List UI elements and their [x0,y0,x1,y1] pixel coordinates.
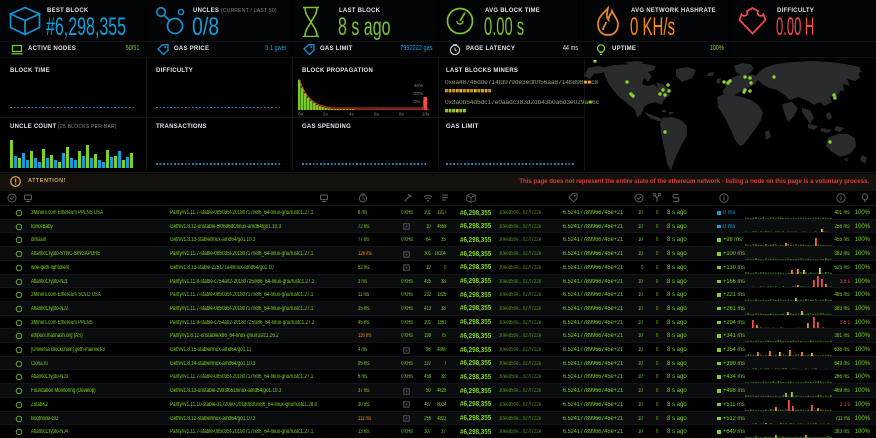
svg-text:0%: 0% [414,99,421,104]
svg-text:4s: 4s [349,112,355,117]
svg-text:40%: 40% [414,83,423,88]
svg-text:10s: 10s [422,112,430,117]
svg-text:20%: 20% [414,91,423,96]
svg-text:8s: 8s [399,112,405,117]
svg-text:6s: 6s [374,112,380,117]
svg-text:0s: 0s [298,112,304,117]
svg-text:2s: 2s [323,112,329,117]
